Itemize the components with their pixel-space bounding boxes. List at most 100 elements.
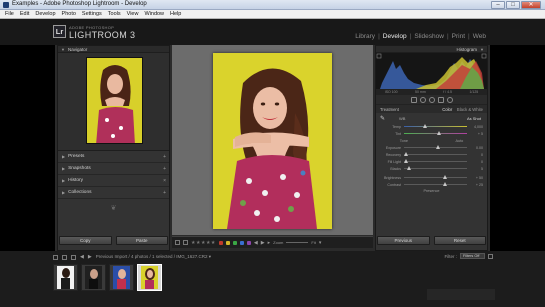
navigator-preview[interactable]: [58, 53, 169, 151]
brightness-slider-thumb[interactable]: [443, 175, 448, 179]
red-eye-icon[interactable]: [428, 96, 435, 103]
crop-tool-icon[interactable]: [410, 96, 417, 103]
loupe-view-icon[interactable]: [175, 240, 180, 245]
module-print[interactable]: Print: [452, 33, 465, 40]
navigator-header[interactable]: ▼ Navigator: [58, 46, 169, 53]
menu-window[interactable]: Window: [141, 11, 167, 17]
play-icon[interactable]: ▸: [268, 240, 271, 246]
snapshots-section[interactable]: ▶ Snapshots +: [58, 163, 169, 175]
menu-view[interactable]: View: [124, 11, 142, 17]
blacks-label: Blacks: [390, 166, 401, 171]
monitor-1-icon[interactable]: [53, 254, 58, 260]
auto-tone-button[interactable]: Auto: [455, 139, 463, 143]
blacks-slider[interactable]: [404, 166, 467, 170]
monitor-2-icon[interactable]: [62, 254, 67, 260]
module-web[interactable]: Web: [473, 33, 486, 40]
main-photo[interactable]: [213, 53, 332, 229]
menu-edit[interactable]: Edit: [17, 11, 32, 17]
brightness-slider[interactable]: [404, 175, 467, 179]
spot-removal-icon[interactable]: [419, 96, 426, 103]
exposure-slider-thumb[interactable]: [435, 145, 440, 149]
add-snapshot-icon[interactable]: +: [163, 166, 166, 172]
contrast-slider[interactable]: [404, 182, 467, 186]
histogram-header[interactable]: Histogram ▼: [376, 46, 487, 53]
recovery-value[interactable]: 0: [471, 153, 483, 157]
copy-button[interactable]: Copy: [59, 236, 112, 245]
previous-photo-icon[interactable]: ◀: [254, 240, 258, 246]
blacks-slider-thumb[interactable]: [407, 166, 412, 170]
fill-light-slider[interactable]: [404, 159, 467, 163]
color-label-blue[interactable]: [239, 240, 244, 245]
filmstrip-thumbnail-selected[interactable]: [137, 264, 162, 291]
fill-light-slider-thumb[interactable]: [404, 159, 408, 163]
exposure-slider[interactable]: [404, 145, 467, 149]
graduated-filter-icon[interactable]: [437, 96, 444, 103]
temp-slider[interactable]: [404, 124, 467, 128]
adjustment-brush-icon[interactable]: [446, 96, 453, 103]
add-collection-icon[interactable]: +: [163, 190, 166, 196]
filmstrip-thumbnail[interactable]: [109, 264, 134, 291]
brightness-value[interactable]: + 50: [471, 176, 483, 180]
presets-section[interactable]: ▶ Presets +: [58, 151, 169, 163]
tint-value[interactable]: + 5: [471, 132, 483, 136]
zoom-fit-label[interactable]: Fit: [311, 240, 315, 245]
history-section[interactable]: ▶ History ×: [58, 175, 169, 187]
eyedropper-icon[interactable]: ✎: [380, 115, 385, 122]
menu-file[interactable]: File: [2, 11, 17, 17]
back-arrow-icon[interactable]: ◀: [80, 254, 84, 260]
filmstrip-thumbnail[interactable]: [81, 264, 106, 291]
color-label-green[interactable]: [232, 240, 237, 245]
fill-light-value[interactable]: 0: [471, 160, 483, 164]
minimize-button[interactable]: –: [491, 1, 505, 9]
menu-tools[interactable]: Tools: [105, 11, 124, 17]
reset-button[interactable]: Reset: [433, 236, 486, 245]
menu-settings[interactable]: Settings: [79, 11, 105, 17]
color-label-red[interactable]: [218, 240, 223, 245]
temp-value[interactable]: 4,000: [471, 125, 483, 129]
wb-select[interactable]: As Shot: [467, 116, 481, 121]
filter-select[interactable]: Filters Off: [460, 253, 485, 259]
close-button[interactable]: ✕: [521, 1, 541, 9]
filmstrip-thumbnail[interactable]: [53, 264, 78, 291]
rating-stars[interactable]: ★★★★★: [191, 240, 216, 246]
paste-button[interactable]: Paste: [115, 236, 168, 245]
maximize-button[interactable]: □: [506, 1, 520, 9]
window-controls: – □ ✕: [491, 1, 541, 9]
color-label-yellow[interactable]: [225, 240, 230, 245]
blacks-value[interactable]: 5: [471, 167, 483, 171]
forward-arrow-icon[interactable]: ▶: [88, 254, 92, 260]
module-slideshow[interactable]: Slideshow: [414, 33, 444, 40]
tint-slider-thumb[interactable]: [436, 131, 441, 135]
toolbar-menu-chevron-icon[interactable]: ▾: [319, 240, 322, 246]
treatment-color-option[interactable]: Color: [442, 107, 452, 112]
temp-slider-thumb[interactable]: [422, 124, 427, 128]
tint-slider[interactable]: [404, 131, 467, 135]
next-photo-icon[interactable]: ▶: [261, 240, 265, 246]
contrast-slider-thumb[interactable]: [443, 182, 448, 186]
navigator-thumbnail[interactable]: [86, 57, 143, 144]
module-develop[interactable]: Develop: [383, 33, 407, 40]
collections-section[interactable]: ▶ Collections +: [58, 187, 169, 199]
recovery-slider-thumb[interactable]: [404, 152, 408, 156]
module-library[interactable]: Library: [355, 33, 375, 40]
menu-help[interactable]: Help: [167, 11, 184, 17]
image-canvas[interactable]: [172, 45, 373, 235]
zoom-slider[interactable]: [286, 242, 309, 243]
color-label-purple[interactable]: [246, 240, 251, 245]
menu-develop[interactable]: Develop: [32, 11, 58, 17]
before-after-icon[interactable]: [183, 240, 188, 245]
histogram-graph[interactable]: [376, 53, 487, 89]
treatment-bw-option[interactable]: Black & White: [457, 107, 483, 112]
filmstrip-source[interactable]: Previous Import / 4 photos / 1 selected …: [96, 254, 211, 260]
previous-button[interactable]: Previous: [377, 236, 430, 245]
filter-toggle-icon[interactable]: [488, 253, 493, 259]
grid-view-icon[interactable]: [71, 254, 76, 260]
recovery-slider[interactable]: [404, 152, 467, 156]
add-preset-icon[interactable]: +: [163, 154, 166, 160]
brightness-slider-row: Brightness + 50: [376, 174, 487, 181]
contrast-value[interactable]: + 25: [471, 183, 483, 187]
exposure-value[interactable]: 0.00: [471, 146, 483, 150]
menu-photo[interactable]: Photo: [59, 11, 79, 17]
clear-history-icon[interactable]: ×: [163, 178, 166, 184]
module-separator: |: [468, 33, 470, 40]
